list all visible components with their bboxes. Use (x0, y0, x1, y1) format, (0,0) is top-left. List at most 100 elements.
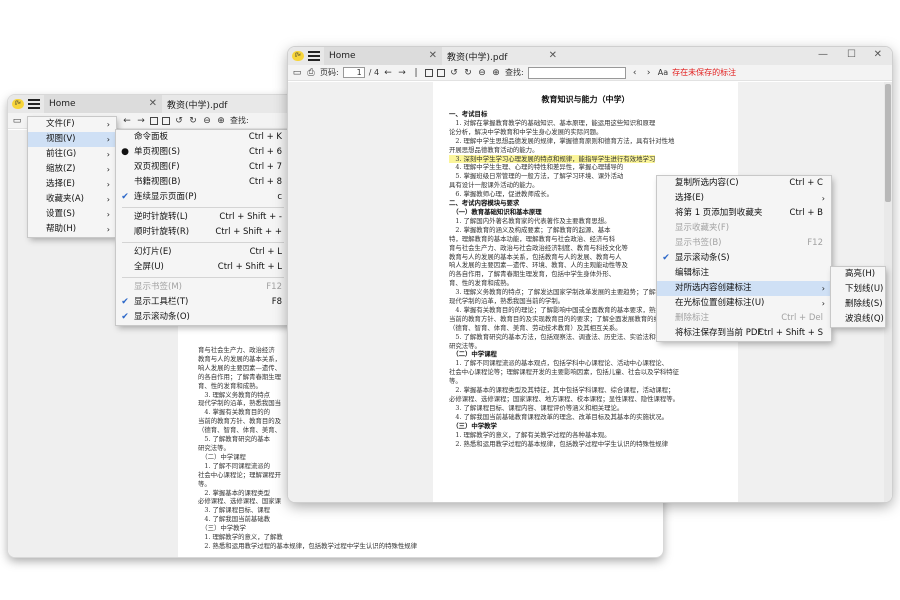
view-menu-item[interactable]: 全屏(U) Ctrl + Shift + L (116, 260, 290, 275)
nav-back-icon[interactable]: ← (383, 68, 393, 78)
main-menu-item[interactable]: 文件(F) › (28, 117, 116, 132)
main-menu-item[interactable]: 缩放(Z) › (28, 162, 116, 177)
back-tab-document[interactable]: 教资(中学).pdf (162, 95, 282, 113)
annotation-menu-item[interactable]: 高亮(H) (831, 267, 885, 282)
view-menu-item[interactable]: 命令面板 Ctrl + K (116, 130, 290, 145)
hamburger-menu-icon[interactable] (28, 99, 40, 109)
chevron-right-icon: › (106, 195, 110, 204)
page-text-line: 4. 了解我国当前基础教育课程改革的理念、改革目标及其基本的实施状况。 (449, 412, 669, 421)
nav-forward-icon[interactable]: → (136, 116, 146, 126)
annotation-menu-item[interactable]: 下划线(U) (831, 282, 885, 297)
main-menu-item[interactable]: 选择(E) › (28, 177, 116, 192)
close-window-icon[interactable]: ✕ (874, 49, 882, 60)
app-logo-icon[interactable]: ffw (12, 99, 24, 109)
page-text-line: 3. 了解课程目标、课程内容、课程评价等涵义和相关理论。 (449, 403, 624, 412)
context-menu-item[interactable]: 选择(E) › (657, 191, 831, 206)
context-menu-item[interactable]: ✔ 显示滚动条(S) (657, 251, 831, 266)
page-text-line: 1. 了解不同课程流派的基本观点，包括学科中心课程论、活动中心课程论、 (449, 359, 669, 368)
nav-back-icon[interactable]: ← (122, 116, 132, 126)
vertical-scrollbar[interactable] (884, 82, 892, 502)
scrollbar-thumb[interactable] (885, 84, 891, 202)
context-menu-item[interactable]: 对所选内容创建标注 › (657, 281, 831, 296)
fit-page-icon[interactable] (162, 116, 170, 125)
back-tab-home[interactable]: Home ✕ (44, 95, 162, 113)
menu-item-label: 高亮(H) (845, 269, 876, 279)
view-menu-item[interactable]: 双页视图(F) Ctrl + 7 (116, 160, 290, 175)
search-prev-icon[interactable]: ‹ (630, 68, 640, 78)
zoom-out-icon[interactable]: ⊖ (202, 116, 212, 126)
hamburger-menu-icon[interactable] (308, 51, 320, 61)
maximize-icon[interactable]: ☐ (847, 49, 856, 60)
menu-item-label: 显示收藏夹(F) (675, 223, 730, 233)
annotation-menu-item[interactable]: 删除线(S) (831, 297, 885, 312)
view-menu-item[interactable]: ✔ 显示工具栏(T) F8 (116, 295, 290, 310)
close-tab-icon[interactable]: ✕ (149, 98, 157, 109)
zoom-in-icon[interactable]: ⊕ (216, 116, 226, 126)
context-menu-item: 删除标注 Ctrl + Del (657, 311, 831, 326)
view-menu-item[interactable]: 幻灯片(E) Ctrl + L (116, 245, 290, 260)
main-menu-item[interactable]: 设置(S) › (28, 207, 116, 222)
context-menu-item[interactable]: 在光标位置创建标注(U) › (657, 296, 831, 311)
page-text-line: 2. 熟悉和运用教学过程的基本规律，包括教学过程中学生认识的特殊性规律 (198, 541, 418, 550)
menu-item-label: 幻灯片(E) (134, 247, 172, 257)
main-menu-item[interactable]: 帮助(H) › (28, 222, 116, 237)
view-menu-item[interactable]: ✔ 显示滚动条(O) (116, 310, 290, 325)
menu-shortcut: Ctrl + 7 (248, 162, 282, 172)
menu-item-label: 缩放(Z) (46, 164, 76, 174)
chevron-right-icon: › (106, 180, 110, 189)
main-menu-item[interactable]: 前往(G) › (28, 147, 116, 162)
zoom-in-icon[interactable]: ⊕ (491, 68, 501, 78)
close-tab-icon[interactable]: ✕ (429, 50, 437, 61)
minimize-icon[interactable]: — (818, 49, 828, 60)
view-menu-item[interactable]: 书籍视图(B) Ctrl + 8 (116, 175, 290, 190)
rotate-right-icon[interactable]: ↻ (188, 116, 198, 126)
menu-item-label: 收藏夹(A) (46, 194, 84, 204)
context-menu-item[interactable]: 将第 1 页添加到收藏夹 Ctrl + B (657, 206, 831, 221)
view-menu-item[interactable]: 顺时针旋转(R) Ctrl + Shift + + (116, 225, 290, 240)
rotate-left-icon[interactable]: ↺ (174, 116, 184, 126)
open-folder-icon[interactable]: ▭ (12, 116, 22, 126)
view-menu-item[interactable]: ● 单页视图(S) Ctrl + 6 (116, 145, 290, 160)
menu-item-label: 将标注保存到当前 PDF (675, 328, 763, 338)
menu-item-label: 显示书签(B) (675, 238, 722, 248)
rotate-left-icon[interactable]: ↺ (449, 68, 459, 78)
search-input[interactable] (527, 66, 626, 79)
front-tab-home[interactable]: Home ✕ (324, 47, 442, 65)
fit-page-icon[interactable] (437, 68, 446, 77)
main-menu-item[interactable]: 视图(V) › (28, 132, 116, 147)
page-text-line: 4. 了解我国当前基础教 (198, 515, 271, 524)
menu-item-label: 将第 1 页添加到收藏夹 (675, 208, 763, 218)
page-label: 页码: (320, 68, 339, 77)
single-page-icon[interactable] (150, 116, 158, 125)
app-logo-icon[interactable]: ffw (292, 51, 304, 61)
context-menu-item[interactable]: 编辑标注 (657, 266, 831, 281)
chevron-right-icon: › (106, 210, 110, 219)
chevron-right-icon: › (106, 120, 110, 129)
zoom-out-icon[interactable]: ⊖ (477, 68, 487, 78)
view-menu-item[interactable]: 逆时针旋转(L) Ctrl + Shift + - (116, 210, 290, 225)
rotate-right-icon[interactable]: ↻ (463, 68, 473, 78)
view-menu-item[interactable]: ✔ 连续显示页面(P) c (116, 190, 290, 205)
open-folder-icon[interactable]: ▭ (292, 68, 302, 78)
search-next-icon[interactable]: › (644, 68, 654, 78)
close-tab-icon[interactable]: ✕ (549, 50, 557, 61)
annotation-menu-item[interactable]: 波浪线(Q) (831, 312, 885, 327)
context-menu-item[interactable]: 复制所选内容(C) Ctrl + C (657, 176, 831, 191)
menu-item-label: 复制所选内容(C) (675, 178, 739, 188)
page-number-input[interactable]: 1 (342, 67, 365, 78)
single-page-icon[interactable] (425, 68, 434, 77)
nav-forward-icon[interactable]: → (397, 68, 407, 78)
menu-item-label: 全屏(U) (134, 262, 164, 272)
menu-item-label: 下划线(U) (845, 284, 884, 294)
chevron-right-icon: › (106, 165, 110, 174)
font-size-icon[interactable]: Aa (658, 68, 668, 77)
context-menu: 复制所选内容(C) Ctrl + C 选择(E) › 将第 1 页添加到收藏夹 Ctrl … (657, 176, 831, 341)
menu-item-label: 设置(S) (46, 209, 76, 219)
front-tab-document[interactable]: 教资(中学).pdf ✕ (442, 47, 562, 65)
print-icon[interactable]: ⎙ (306, 68, 316, 78)
menu-item-label: 删除标注 (675, 313, 710, 323)
search-label: 查找: (505, 68, 524, 77)
main-menu-item[interactable]: 收藏夹(A) › (28, 192, 116, 207)
context-menu-item[interactable]: 将标注保存到当前 PDF Ctrl + Shift + S (657, 326, 831, 341)
menu-shortcut: c (277, 192, 282, 202)
